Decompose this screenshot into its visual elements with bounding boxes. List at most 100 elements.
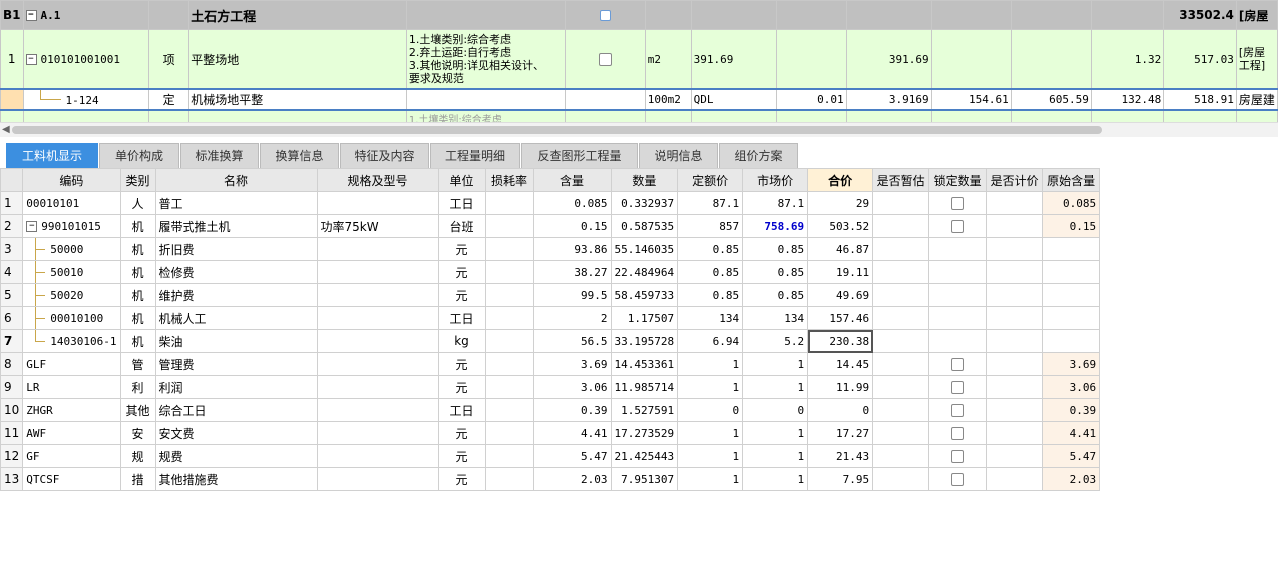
table-row[interactable]: 7 14030106-1 机柴油 kg 56.5 33.195728 6.94 5.2 230.… — [0, 329, 1101, 353]
checkbox-icon[interactable] — [951, 427, 965, 440]
table-row[interactable]: 8 GLF 管管理费元 3.69 14.453361 1 1 14.45 3.69 — [0, 352, 1101, 376]
cell-code[interactable]: 14030106-1 — [22, 329, 121, 353]
cell-original-content[interactable] — [1042, 260, 1101, 284]
cell-category[interactable]: 规 — [119, 444, 156, 468]
checkbox-icon[interactable] — [951, 381, 965, 394]
tab-standard-conversion[interactable]: 标准换算 — [180, 143, 259, 168]
cell-market-price[interactable]: 0.85 — [742, 237, 809, 261]
cell-provisional[interactable] — [872, 214, 930, 238]
cell-original-content[interactable]: 4.41 — [1042, 421, 1101, 445]
checkbox-icon[interactable] — [599, 53, 613, 66]
col-unit[interactable]: 单位 — [437, 168, 486, 192]
cell-quota-price[interactable]: 1 — [677, 375, 744, 399]
col-name[interactable]: 名称 — [154, 168, 318, 192]
cell-is-priced[interactable] — [986, 375, 1044, 399]
checkbox-icon[interactable] — [951, 450, 965, 463]
cell-name[interactable]: 规费 — [154, 444, 318, 468]
cell-lock-quantity[interactable] — [928, 398, 988, 422]
cell-spec[interactable] — [316, 237, 439, 261]
cell-loss-rate[interactable] — [484, 260, 534, 284]
cell-original-content[interactable]: 5.47 — [1042, 444, 1101, 468]
cell-lock-quantity[interactable] — [928, 352, 988, 376]
cell-name[interactable]: 管理费 — [154, 352, 318, 376]
cell-name[interactable]: 其他措施费 — [154, 467, 318, 491]
cell-total[interactable]: 19.11 — [807, 260, 874, 284]
cell-is-priced[interactable] — [986, 306, 1044, 330]
cell-loss-rate[interactable] — [484, 306, 534, 330]
table-row[interactable]: 9 LR 利利润元 3.06 11.985714 1 1 11.99 3.06 — [0, 375, 1101, 399]
cell-unit[interactable]: 元 — [437, 260, 486, 284]
collapse-icon[interactable]: − — [25, 54, 37, 65]
cell-total[interactable]: 157.46 — [807, 306, 874, 330]
cell-quota-price[interactable]: 0.85 — [677, 237, 744, 261]
cell-lock-quantity[interactable] — [928, 375, 988, 399]
cell-total[interactable]: 46.87 — [807, 237, 874, 261]
cell-market-price[interactable]: 87.1 — [742, 191, 809, 215]
cell-name[interactable]: 利润 — [154, 375, 318, 399]
cell-unit[interactable]: 元 — [437, 444, 486, 468]
cell-spec[interactable] — [316, 352, 439, 376]
cell-category[interactable]: 利 — [119, 375, 156, 399]
checkbox-icon[interactable] — [951, 358, 965, 371]
cell-category[interactable]: 机 — [119, 329, 156, 353]
cell-code[interactable]: −990101015 — [22, 214, 121, 238]
cell-total[interactable]: 49.69 — [807, 283, 874, 307]
cell-code[interactable]: ZHGR — [22, 398, 121, 422]
cell-content[interactable]: 56.5 — [532, 329, 612, 353]
cell-code[interactable]: GLF — [22, 352, 121, 376]
cell-is-priced[interactable] — [986, 444, 1044, 468]
tab-features-content[interactable]: 特征及内容 — [340, 143, 429, 168]
cell-spec[interactable] — [316, 375, 439, 399]
cell-quantity[interactable]: 33.195728 — [610, 329, 679, 353]
tab-unit-price-composition[interactable]: 单价构成 — [99, 143, 179, 168]
cell-market-price[interactable]: 5.2 — [742, 329, 809, 353]
cell-provisional[interactable] — [872, 421, 930, 445]
cell-quota-price[interactable]: 134 — [677, 306, 744, 330]
cell-category[interactable]: 人 — [119, 191, 156, 215]
cell-total[interactable]: 29 — [807, 191, 874, 215]
cell-provisional[interactable] — [872, 191, 930, 215]
cell-original-content[interactable]: 0.15 — [1042, 214, 1101, 238]
cell-spec[interactable] — [316, 260, 439, 284]
cell-category[interactable]: 措 — [119, 467, 156, 491]
cell-spec[interactable] — [316, 398, 439, 422]
cell-provisional[interactable] — [872, 306, 930, 330]
cell-total[interactable]: 0 — [807, 398, 874, 422]
cell-quantity[interactable]: 21.425443 — [610, 444, 679, 468]
cell-market-price[interactable]: 758.69 — [742, 214, 809, 238]
checkbox-icon[interactable] — [951, 404, 965, 417]
cell-quota-price[interactable]: 0.85 — [677, 283, 744, 307]
cell-provisional[interactable] — [872, 260, 930, 284]
cell-loss-rate[interactable] — [484, 352, 534, 376]
cell-is-priced[interactable] — [986, 398, 1044, 422]
cell-is-priced[interactable] — [986, 283, 1044, 307]
cell-is-priced[interactable] — [986, 237, 1044, 261]
col-lock-quantity[interactable]: 锁定数量 — [928, 168, 988, 192]
horizontal-scrollbar[interactable]: ◀ — [0, 122, 1278, 137]
table-row[interactable]: 12 GF 规规费元 5.47 21.425443 1 1 21.43 5.47 — [0, 444, 1101, 468]
collapse-icon[interactable]: − — [26, 221, 38, 232]
cell-lock-quantity[interactable] — [928, 329, 988, 353]
cell-spec[interactable] — [316, 191, 439, 215]
cell-quantity[interactable]: 14.453361 — [610, 352, 679, 376]
checkbox-icon[interactable] — [951, 473, 965, 486]
cell-is-priced[interactable] — [986, 260, 1044, 284]
cell-quota-price[interactable]: 1 — [677, 444, 744, 468]
cell-total[interactable]: 17.27 — [807, 421, 874, 445]
cell-provisional[interactable] — [872, 375, 930, 399]
tab-quantity-detail[interactable]: 工程量明细 — [430, 143, 520, 168]
tab-description-info[interactable]: 说明信息 — [639, 143, 718, 168]
cell-total[interactable]: 14.45 — [807, 352, 874, 376]
tab-conversion-info[interactable]: 换算信息 — [260, 143, 339, 168]
col-original-content[interactable]: 原始含量 — [1042, 168, 1101, 192]
cell-name[interactable]: 维护费 — [154, 283, 318, 307]
col-content[interactable]: 含量 — [532, 168, 612, 192]
cell-name[interactable]: 检修费 — [154, 260, 318, 284]
quota-row[interactable]: 1-124 定 机械场地平整 100m2 QDL 0.01 3.9169 154… — [0, 88, 1278, 111]
section-checkbox-cell[interactable] — [565, 0, 646, 30]
cell-lock-quantity[interactable] — [928, 260, 988, 284]
cell-unit[interactable]: 元 — [437, 421, 486, 445]
cell-lock-quantity[interactable] — [928, 214, 988, 238]
cell-code[interactable]: 50010 — [22, 260, 121, 284]
col-provisional[interactable]: 是否暂估 — [872, 168, 930, 192]
